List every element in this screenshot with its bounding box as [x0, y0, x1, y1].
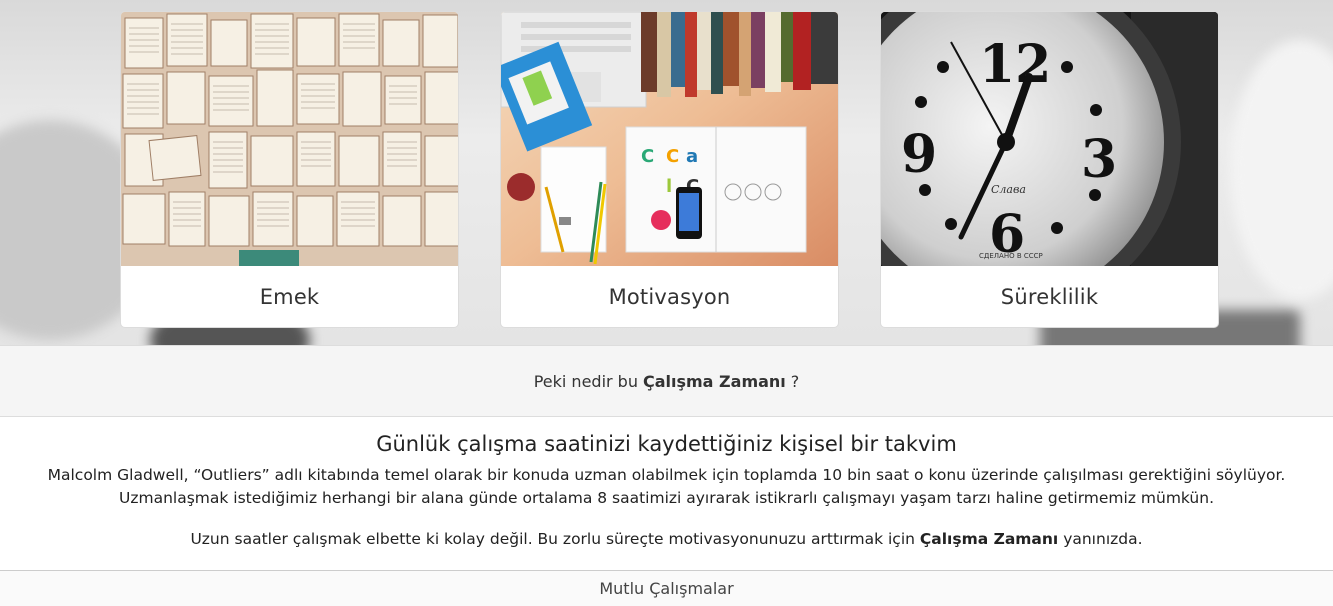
motivation-suffix: yanınızda. — [1063, 530, 1143, 548]
clock-numeral-9: 9 — [901, 124, 937, 185]
clock-numeral-3: 3 — [1081, 129, 1117, 190]
motivation-paragraph: Uzun saatler çalışmak elbette ki kolay d… — [0, 528, 1333, 551]
brand-name: Çalışma Zamanı — [642, 371, 786, 391]
svg-text:C: C — [641, 146, 654, 167]
clock-image: 12 3 6 9 Слава СДЕЛАНО В СССР — [881, 12, 1218, 266]
card-emek[interactable]: Emek — [120, 11, 459, 328]
description-paragraph: Malcolm Gladwell, “Outliers” adlı kitabı… — [0, 464, 1333, 510]
svg-text:l: l — [666, 176, 672, 197]
paragraph-line-2: Uzmanlaşmak istediğimiz herhangi bir ala… — [118, 489, 1214, 507]
svg-text:C: C — [666, 146, 679, 167]
svg-text:a: a — [686, 146, 698, 167]
card-motivasyon[interactable]: CCa lC Motivasyon — [500, 11, 839, 328]
footer: Mutlu Çalışmalar — [0, 570, 1333, 606]
open-books-image — [121, 12, 458, 266]
motivation-prefix: Uzun saatler çalışmak elbette ki kolay d… — [190, 530, 915, 548]
desk-workspace-image: CCa lC — [501, 12, 838, 266]
card-title: Emek — [259, 285, 320, 309]
description-section: Günlük çalışma saatinizi kaydettiğiniz k… — [0, 418, 1333, 551]
intro-suffix: ? — [790, 371, 800, 391]
card-title: Süreklilik — [1000, 285, 1099, 309]
clock-bottom-text: СДЕЛАНО В СССР — [979, 252, 1043, 260]
clock-numeral-12: 12 — [979, 34, 1051, 95]
card-sureklilik[interactable]: 12 3 6 9 Слава СДЕЛАНО В СССР Süreklilik — [880, 11, 1219, 328]
section-heading: Günlük çalışma saatinizi kaydettiğiniz k… — [376, 432, 957, 456]
brand-name-inline: Çalışma Zamanı — [919, 530, 1059, 548]
intro-strip: Peki nedir bu Çalışma Zamanı ? — [0, 345, 1333, 417]
footer-text: Mutlu Çalışmalar — [599, 579, 734, 598]
clock-brand: Слава — [991, 183, 1026, 196]
intro-prefix: Peki nedir bu — [533, 371, 638, 391]
card-title: Motivasyon — [608, 285, 731, 309]
paragraph-line-1: Malcolm Gladwell, “Outliers” adlı kitabı… — [47, 466, 1286, 484]
